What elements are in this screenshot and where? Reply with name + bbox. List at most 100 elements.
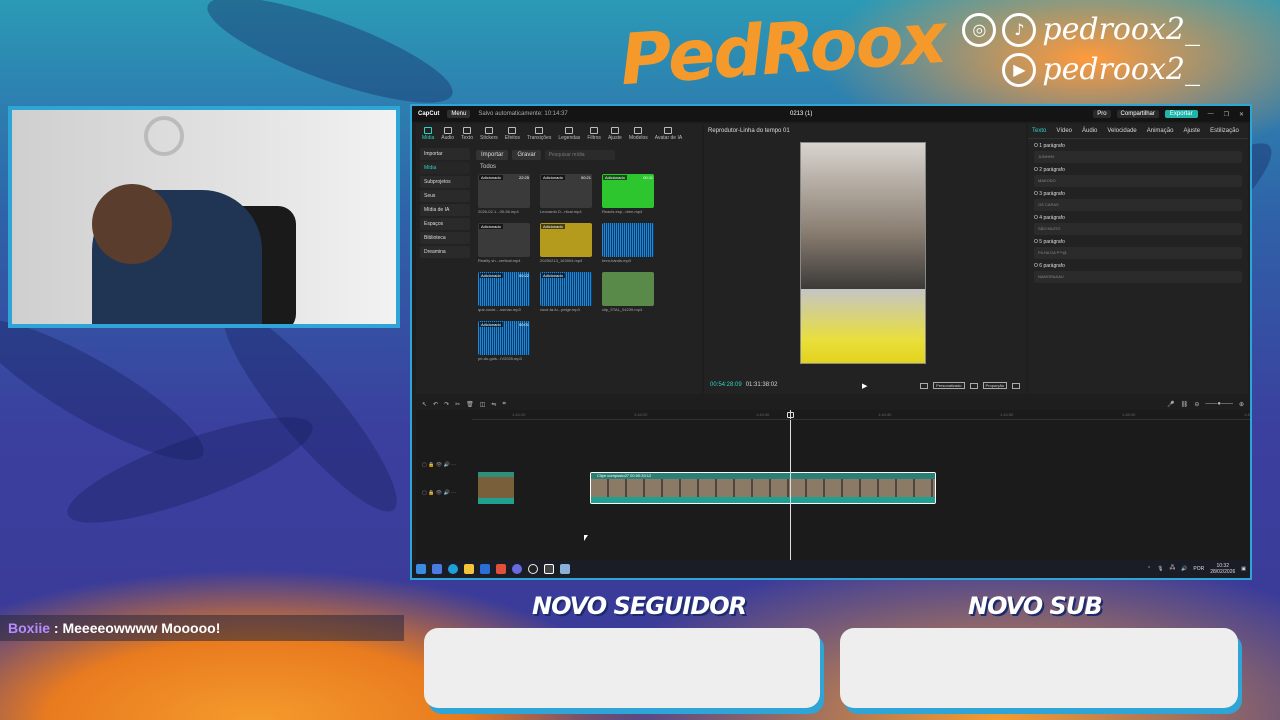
left-nav-item[interactable]: Mídia de IA [420,204,470,216]
media-thumbnail[interactable]: Adicionado 00:21 [540,174,592,208]
link-icon[interactable]: ⛓ [1181,401,1189,408]
properties-tab[interactable]: Animação [1147,128,1174,134]
media-thumbnail[interactable]: Adicionado 22:25 [478,174,530,208]
left-nav-item[interactable]: Subprojetos [420,176,470,188]
mic-icon[interactable]: 🎤 [1167,401,1174,408]
paragraph-text-field[interactable]: SÃO MUITO [1034,223,1242,235]
timeline-clip-cover[interactable] [478,472,514,504]
tool-0[interactable]: Mídia [422,127,434,141]
properties-tab[interactable]: Áudio [1082,128,1097,134]
tool-9[interactable]: Modelos [629,127,648,141]
left-nav-item[interactable]: Espaços [420,218,470,230]
timeline[interactable]: ▢ 🔒 👁 🔊 ··· ▢ 🔒 👁 🔊 ··· Clipe composto27… [416,410,1250,560]
media-item[interactable]: Adicionado 20250213_163004.mp4 [540,223,598,263]
properties-tab[interactable]: Velocidade [1107,128,1136,134]
start-icon[interactable] [416,564,426,574]
preview-video[interactable] [800,142,926,364]
zoom-in-icon[interactable]: ⊕ [1239,401,1244,408]
mic-tray-icon[interactable]: 🎙 [1157,566,1163,572]
left-nav-item[interactable]: Biblioteca [420,232,470,244]
tool-1[interactable]: Áudio [441,127,454,141]
import-button[interactable]: Importar [476,150,509,160]
file-explorer-icon[interactable] [464,564,474,574]
paragraph-text-field[interactable]: MAKODO [1034,175,1242,187]
media-thumbnail[interactable] [602,272,654,306]
media-item[interactable]: Adicionado 00:11 Reacts esp...dren.mp4 [602,174,660,214]
paragraph-text-field[interactable]: FILHA DA P**@ [1034,247,1242,259]
chevron-up-icon[interactable]: ⌃ [1147,566,1151,572]
track-controls-text[interactable]: ▢ 🔒 👁 🔊 ··· [422,462,456,468]
close-icon[interactable]: ✕ [1239,111,1244,118]
media-thumbnail[interactable]: Adicionado 00:11 [602,174,654,208]
properties-tab[interactable]: Ajuste [1183,128,1200,134]
record-button[interactable]: Gravar [512,150,541,160]
media-item[interactable]: Adicionado 00:21 Leonardo D...rtical.mp4 [540,174,598,214]
menu-button[interactable]: Menu [447,110,471,118]
fullscreen-icon[interactable] [1012,382,1020,389]
export-button[interactable]: Exportar [1164,110,1198,118]
copilot-icon[interactable] [432,564,442,574]
zoom-out-icon[interactable]: ⊖ [1194,401,1199,408]
crop-icon[interactable] [920,382,929,389]
media-item[interactable]: clip_STAL_04239.mp4 [602,272,660,312]
tool-5[interactable]: Transições [527,127,551,141]
fit-icon[interactable] [969,382,978,389]
media-item[interactable]: Adicionado 00:01 pri-do-gols...IV2025.mp3 [478,321,536,361]
freeze-icon[interactable]: ◫ [480,401,486,408]
pro-button[interactable]: Pro [1093,110,1111,118]
play-icon[interactable]: ▶ [862,382,867,390]
paragraph-text-field[interactable]: NAMORAAAL! [1034,271,1242,283]
media-thumbnail[interactable] [602,223,654,257]
paragraph-text-field[interactable]: OS CARAS [1034,199,1242,211]
mirror-icon[interactable]: ⇋ [491,401,496,408]
notepad-icon[interactable] [560,564,570,574]
brave-icon[interactable] [496,564,506,574]
tool-7[interactable]: Filtros [587,127,601,141]
media-item[interactable]: Adicionado voce-ta-fu...pelge.mp3 [540,272,598,312]
delete-icon[interactable]: 🗑 [466,401,474,408]
media-thumbnail[interactable]: Adicionado [478,223,530,257]
player-option-1[interactable]: Personalizado [933,382,965,389]
properties-tab[interactable]: Estilização [1210,128,1239,134]
media-item[interactable]: Adicionado 00:22 que-vocie-...osmax.mp3 [478,272,536,312]
properties-tab[interactable]: Texto [1032,128,1046,134]
media-item[interactable]: Adicionado 22:25 2026-02-1...05-56.mp4 [478,174,536,214]
clock[interactable]: 10:32 28/02/2026 [1210,563,1235,575]
share-button[interactable]: Compartilhar [1116,110,1159,118]
redo-icon[interactable]: ↷ [444,401,449,408]
left-nav-item[interactable]: Dreamina [420,246,470,258]
discord-icon[interactable] [512,564,522,574]
left-nav-item[interactable]: Importar [420,148,470,160]
track-controls-main[interactable]: ▢ 🔒 👁 🔊 ··· [422,490,456,496]
language-indicator[interactable]: POR [1193,566,1204,572]
minimize-icon[interactable]: — [1208,111,1214,117]
volume-icon[interactable]: 🔊 [1181,566,1187,572]
tool-3[interactable]: Stickers [480,127,498,141]
tool-2[interactable]: Texto [461,127,473,141]
media-thumbnail[interactable]: Adicionado 00:01 [478,321,530,355]
split-icon[interactable]: ✂ [455,401,460,408]
zoom-slider[interactable]: ——●—— [1205,401,1233,407]
cursor-tool-icon[interactable]: ↖ [422,401,427,408]
media-item[interactable]: Imm-hands.mp3 [602,223,660,263]
store-icon[interactable] [480,564,490,574]
notification-icon[interactable]: ▣ [1241,566,1246,572]
timeline-clip-compound[interactable]: Clipe composto27 00:00:33:12 [590,472,936,504]
properties-tab[interactable]: Vídeo [1056,128,1072,134]
left-nav-item[interactable]: Mídia [420,162,470,174]
obs-icon[interactable] [528,564,538,574]
undo-icon[interactable]: ↶ [433,401,438,408]
media-thumbnail[interactable]: Adicionado [540,223,592,257]
media-thumbnail[interactable]: Adicionado [540,272,592,306]
tool-6[interactable]: Legendas [558,127,580,141]
playhead[interactable] [790,410,791,560]
crop-tool-icon[interactable]: ⌗ [502,401,505,408]
media-item[interactable]: Adicionado Reality sh...vertical.mp4 [478,223,536,263]
capcut-taskbar-icon[interactable] [544,564,554,574]
player-option-2[interactable]: Proporção [982,382,1007,389]
left-nav-item[interactable]: Seus [420,190,470,202]
edge-icon[interactable] [448,564,458,574]
media-thumbnail[interactable]: Adicionado 00:22 [478,272,530,306]
network-icon[interactable]: 🖧 [1170,565,1176,573]
media-search-input[interactable]: Pesquisar mídia [544,150,615,160]
